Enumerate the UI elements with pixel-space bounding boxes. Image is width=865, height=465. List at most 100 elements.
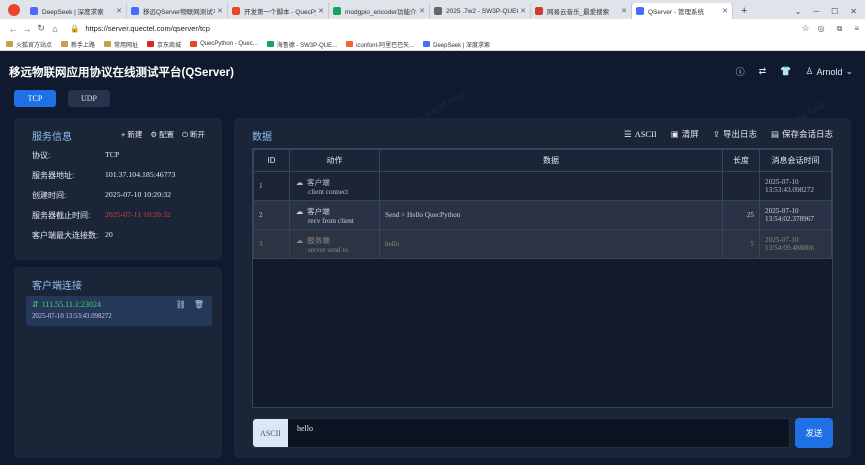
close-icon[interactable]: ✕ <box>318 7 324 15</box>
row-action: ☁ 客户端 client connect <box>289 171 380 201</box>
user-menu[interactable]: ♙ Arnold ⌄ <box>805 66 853 77</box>
close-icon[interactable]: ✕ <box>621 7 627 15</box>
home-icon[interactable]: ⌂ <box>48 24 62 34</box>
deadline-value: 2025-07-11 10:20:32 <box>105 210 171 219</box>
table-header: ID 动作 数据 长度 消息会话时间 <box>253 149 832 172</box>
created-time-label: 创建时间: <box>32 191 67 200</box>
tab-favicon-icon <box>131 7 139 15</box>
bookmark-item[interactable]: QuecPython - Quec... <box>190 41 258 47</box>
created-time-value: 2025-07-10 10:20:32 <box>105 190 172 199</box>
row-data <box>379 171 723 201</box>
bookmark-item[interactable]: DeepSeek | 深度求索 <box>423 40 490 49</box>
browser-tab-active[interactable]: QServer - 管理系统 ✕ <box>632 3 733 19</box>
browser-tab[interactable]: 网易云音乐_最爱搜索 ✕ <box>531 3 632 19</box>
extensions-icon[interactable]: ⧉ <box>837 24 843 34</box>
bookmark-favicon-icon <box>423 41 431 47</box>
column-header: 消息会话时间 <box>759 149 832 172</box>
lock-icon: 🔒 <box>70 24 80 33</box>
client-address: ⇵ 111.55.11.1:23024 <box>32 300 101 309</box>
udp-button[interactable]: UDP <box>68 90 110 107</box>
bookmark-item[interactable]: 新手上路 <box>61 40 95 49</box>
url-field[interactable]: 🔒 https://server.quectel.com/qserver/tcp <box>70 22 802 36</box>
client-address-text: 111.55.11.1:23024 <box>41 300 102 309</box>
new-service-button[interactable]: + 新建 <box>121 129 142 140</box>
tcp-button[interactable]: TCP <box>14 90 56 107</box>
window-controls: ⌄ ─ ☐ ✕ <box>795 7 857 16</box>
column-header: 长度 <box>722 149 760 172</box>
row-data: hello <box>379 229 723 259</box>
page-title: 移远物联网应用协议在线测试平台(QServer) <box>9 67 234 79</box>
save-label: 保存会话日志 <box>781 129 833 139</box>
close-icon[interactable]: ✕ <box>116 7 122 15</box>
unlink-icon[interactable]: ⛓ <box>176 300 186 309</box>
row-length: 5 <box>722 229 760 259</box>
bookmark-item[interactable]: 常用网址 <box>104 40 138 49</box>
ascii-label: ASCII <box>634 129 657 139</box>
data-table: ID 动作 数据 长度 消息会话时间 1 ☁ 客户端 client connect <box>252 148 833 408</box>
row-action: ☁ 客户端 recv from client <box>289 200 380 230</box>
row-time: 2025-07-10 13:54:09.488806 <box>759 229 832 259</box>
row-actor: 客户端 <box>307 177 330 187</box>
send-input[interactable]: hello <box>297 424 313 433</box>
bookmark-favicon-icon <box>147 41 155 47</box>
export-log-button[interactable]: ⇪ 导出日志 <box>713 128 757 140</box>
row-actor: 服务端 <box>307 235 330 245</box>
bookmark-item[interactable]: 火狐官方站点 <box>6 40 52 49</box>
close-icon[interactable]: ✕ <box>722 7 728 15</box>
pocket-icon[interactable]: ◎ <box>818 24 825 34</box>
tab-label: 2025 .7w2 - SW3P-QUECPY <box>446 7 518 15</box>
minimize-icon[interactable]: ─ <box>813 7 819 16</box>
cloud-upload-icon: ☁ <box>295 177 304 187</box>
send-button[interactable]: 发送 <box>795 418 833 448</box>
tab-label: 开发第一个脚本 - QuecPython <box>244 9 316 16</box>
clear-icon: ▣ <box>670 128 679 139</box>
tab-favicon-icon <box>232 7 240 15</box>
export-label: 导出日志 <box>722 129 757 139</box>
row-data: Send > Hello QuecPython <box>379 200 723 230</box>
bookmark-item[interactable]: 京东商城 <box>147 40 181 49</box>
bookmark-label: QuecPython - Quec... <box>200 41 258 47</box>
table-row[interactable]: 1 ☁ 客户端 client connect 2025-07-10 13:53:4… <box>253 171 832 201</box>
browser-tab[interactable]: 2025 .7w2 - SW3P-QUECPY✕ <box>430 3 531 19</box>
client-connections-title: 客户端连接 <box>32 281 82 292</box>
browser-tab[interactable]: DeepSeek | 深度求索 ✕ <box>26 3 127 19</box>
send-mode-ascii[interactable]: ASCII <box>253 419 288 447</box>
save-session-log-button[interactable]: ▤ 保存会话日志 <box>771 128 833 140</box>
clear-button[interactable]: ▣ 清屏 <box>671 128 699 140</box>
tab-label: 网易云音乐_最爱搜索 <box>547 9 610 16</box>
bookmark-item[interactable]: iconfont-阿里巴巴矢... <box>346 40 414 49</box>
tab-favicon-icon <box>636 7 644 15</box>
browser-tab[interactable]: 开发第一个脚本 - QuecPython✕ <box>228 3 329 19</box>
bookmark-item[interactable]: 海鲁德 - SW3P-QUE... <box>266 40 337 49</box>
tab-list-icon[interactable]: ⌄ <box>795 7 802 16</box>
disconnect-button[interactable]: ⏻ 断开 <box>182 129 205 140</box>
delete-icon[interactable]: 🗑 <box>194 300 204 309</box>
close-icon[interactable]: ✕ <box>520 7 526 15</box>
menu-icon[interactable]: ≡ <box>854 24 859 34</box>
table-row[interactable]: 3 ☁ 服务端 server send to hello 5 2025-07-10… <box>253 229 832 259</box>
browser-tab[interactable]: 移远QServer物联网测试平台✕ <box>127 3 228 19</box>
row-id: 3 <box>253 229 290 259</box>
close-icon[interactable]: ✕ <box>419 7 425 15</box>
close-icon[interactable]: ✕ <box>217 7 223 15</box>
tab-favicon-icon <box>434 7 442 15</box>
forward-icon[interactable]: → <box>20 24 34 34</box>
maximize-icon[interactable]: ☐ <box>831 7 838 16</box>
tab-label: DeepSeek | 深度求索 <box>42 9 104 16</box>
bookmark-label: 常用网址 <box>114 42 139 49</box>
info-icon[interactable]: ⓘ <box>736 65 745 78</box>
shirt-icon[interactable]: 👕 <box>780 66 791 77</box>
reload-icon[interactable]: ↻ <box>34 23 48 34</box>
swap-icon[interactable]: ⇄ <box>759 66 767 77</box>
browser-tab[interactable]: modgpio_encoder功能介绍 ✕ <box>329 3 430 19</box>
client-item[interactable]: ⇵ 111.55.11.1:23024 2025-07-10 13:53:43.0… <box>26 296 212 326</box>
config-button[interactable]: ⚙ 配置 <box>150 129 174 140</box>
close-window-icon[interactable]: ✕ <box>850 7 857 16</box>
back-icon[interactable]: ← <box>6 24 20 34</box>
ascii-toggle[interactable]: ☰ ASCII <box>624 128 657 140</box>
upload-icon: ⇪ <box>712 128 720 139</box>
table-row[interactable]: 2 ☁ 客户端 recv from client Send > Hello Que… <box>253 200 832 230</box>
bookmark-label: iconfont-阿里巴巴矢... <box>356 42 415 49</box>
bookmark-star-icon[interactable]: ☆ <box>802 23 810 34</box>
new-tab-button[interactable]: + <box>733 5 755 19</box>
